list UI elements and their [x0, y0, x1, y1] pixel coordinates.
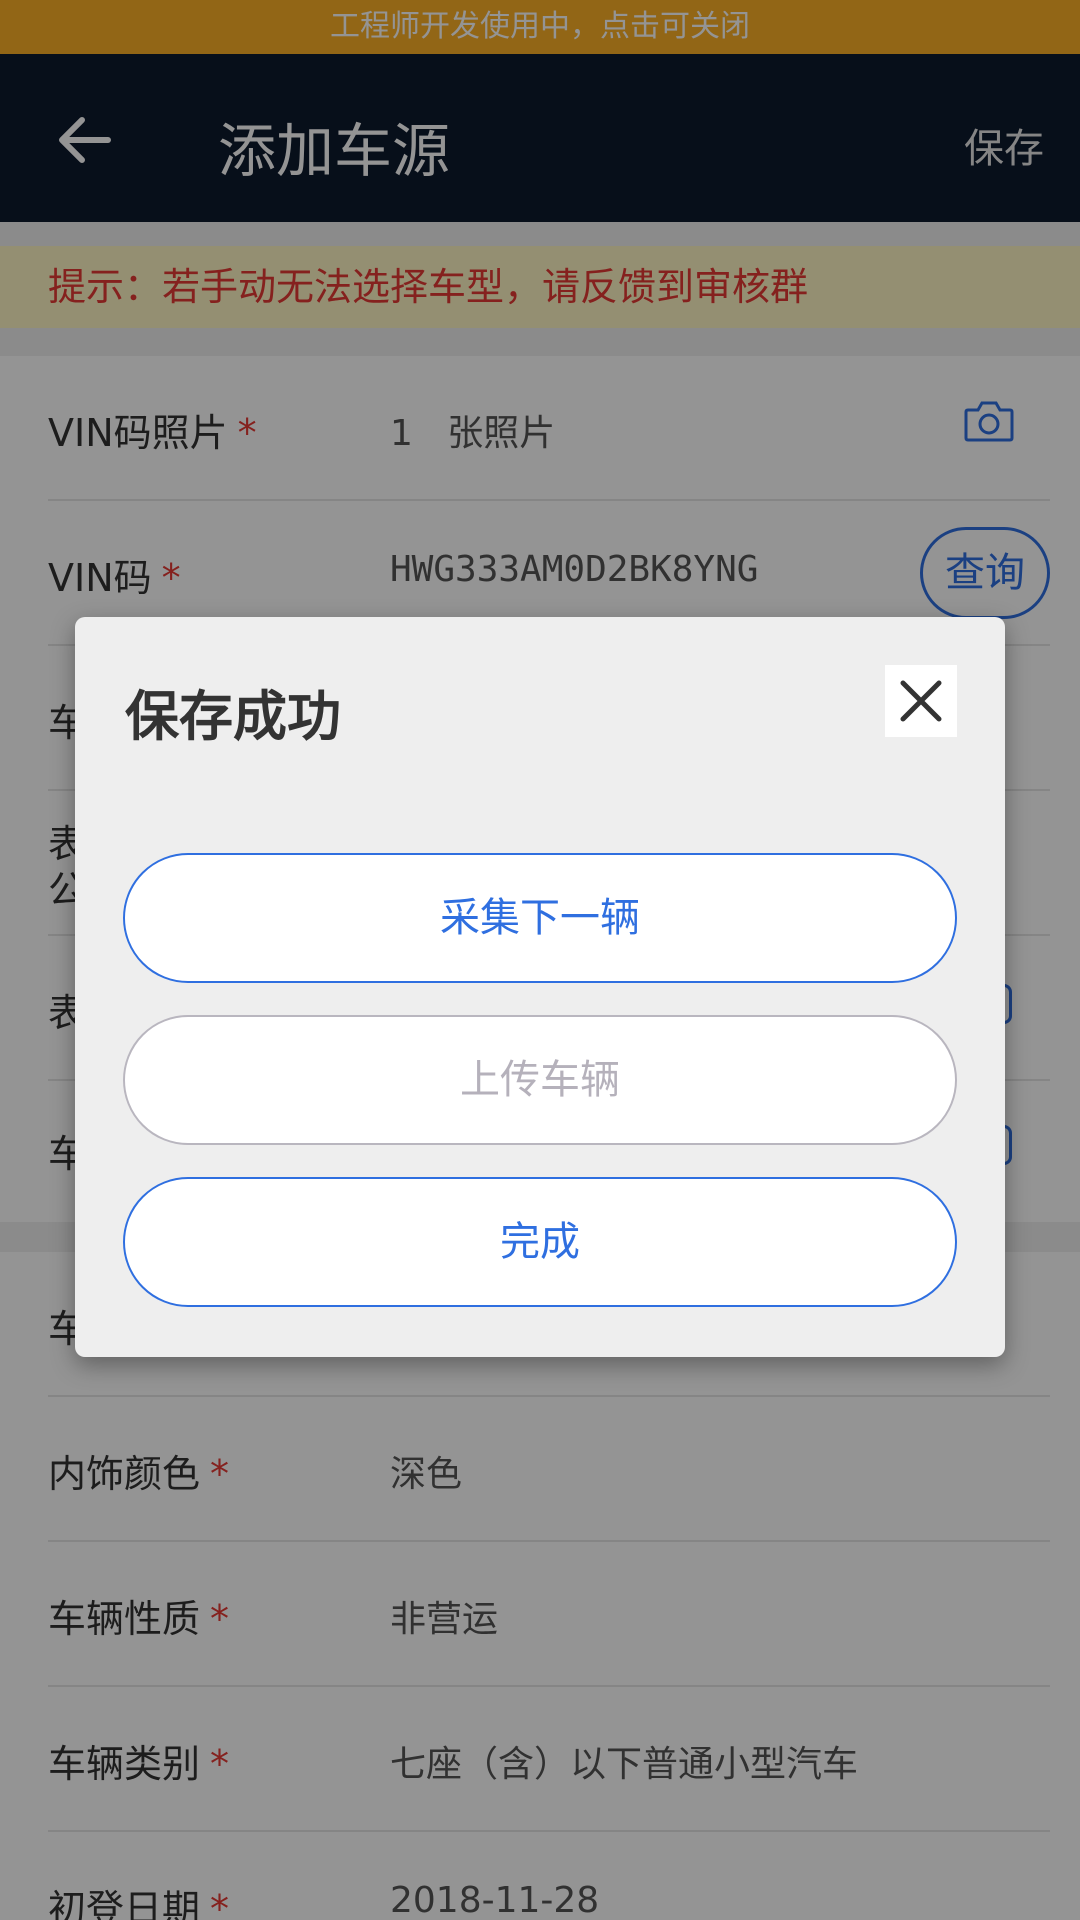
dialog-title: 保存成功: [125, 685, 341, 748]
collect-next-button[interactable]: 采集下一辆: [123, 853, 957, 983]
close-button[interactable]: [885, 665, 957, 737]
upload-vehicle-button[interactable]: 上传车辆: [123, 1015, 957, 1145]
done-button[interactable]: 完成: [123, 1177, 957, 1307]
close-icon: [900, 680, 942, 722]
save-success-dialog: 保存成功 采集下一辆 上传车辆 完成: [75, 617, 1005, 1357]
